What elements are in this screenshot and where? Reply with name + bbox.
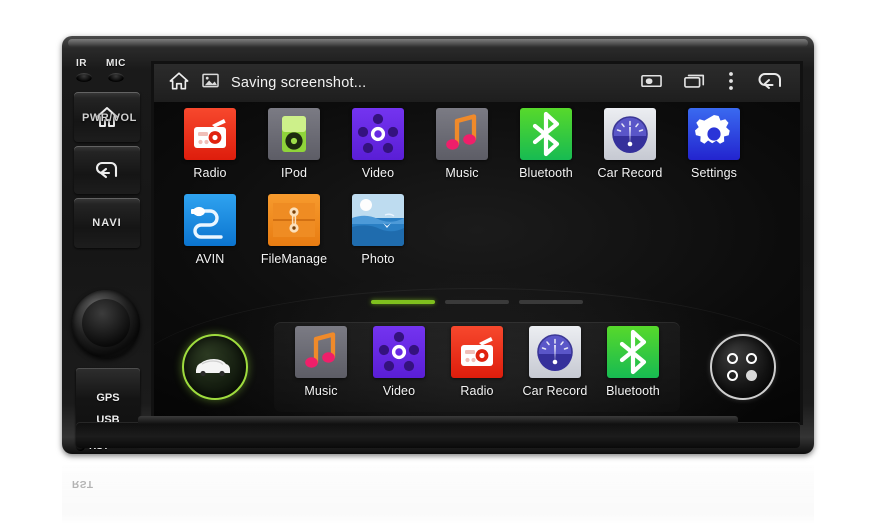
- sensor-row: IR MIC: [72, 58, 146, 84]
- gauge-icon: [604, 108, 656, 160]
- gauge-icon: [529, 326, 581, 378]
- image-icon[interactable]: [202, 73, 219, 93]
- app-empty-slot: [588, 194, 672, 266]
- app-label: Video: [382, 384, 416, 398]
- head-unit-body: IR MIC NAVI PWR/VOL GPS USB Saving scree…: [62, 36, 814, 454]
- overflow-menu-icon[interactable]: [728, 71, 734, 96]
- app-drawer-icon: [727, 353, 759, 381]
- music-note-icon: [295, 326, 347, 378]
- surface-reflection: [62, 458, 814, 524]
- app-label: IPod: [280, 166, 308, 180]
- status-message: Saving screenshot...: [231, 75, 367, 91]
- app-label: FileManage: [260, 252, 328, 266]
- status-bar-left: Saving screenshot...: [154, 71, 366, 96]
- photo-icon: [352, 194, 404, 246]
- hardware-back-button[interactable]: [74, 146, 140, 194]
- drawer-dot: [746, 353, 757, 364]
- recent-apps-icon[interactable]: [684, 73, 706, 94]
- app-label: Music: [445, 166, 479, 180]
- ipod-icon: [268, 108, 320, 160]
- app-label: Photo: [361, 252, 395, 266]
- drawer-dot-filled: [746, 370, 757, 381]
- app-label: Video: [361, 166, 395, 180]
- home-icon[interactable]: [168, 71, 190, 96]
- ir-sensor-hole: [76, 73, 92, 82]
- bottom-bezel: [76, 416, 800, 448]
- bluetooth-icon: [607, 326, 659, 378]
- app-empty-slot: [504, 194, 588, 266]
- folder-icon: [268, 194, 320, 246]
- page-dot-3[interactable]: [519, 300, 583, 304]
- app-avin[interactable]: AVIN: [168, 194, 252, 266]
- app-label: Car Record: [522, 384, 588, 398]
- dock-app-music[interactable]: Music: [282, 326, 360, 398]
- music-note-icon: [436, 108, 488, 160]
- app-radio[interactable]: Radio: [168, 108, 252, 180]
- drawer-dot: [727, 370, 738, 381]
- touchscreen-display[interactable]: Saving screenshot... Radio IPod Video Mu…: [154, 64, 800, 422]
- app-label: Bluetooth: [606, 384, 660, 398]
- drawer-dot: [727, 353, 738, 364]
- app-ipod[interactable]: IPod: [252, 108, 336, 180]
- power-volume-knob[interactable]: [66, 286, 146, 366]
- app-empty-slot: [420, 194, 504, 266]
- app-row-2: AVIN FileManage Photo: [168, 194, 786, 266]
- app-label: Settings: [691, 166, 737, 180]
- app-label: Radio: [193, 166, 227, 180]
- page-dot-1[interactable]: [371, 300, 435, 304]
- page-dot-2[interactable]: [445, 300, 509, 304]
- gear-icon: [688, 108, 740, 160]
- app-empty-slot: [672, 194, 756, 266]
- bluetooth-icon: [520, 108, 572, 160]
- video-icon: [352, 108, 404, 160]
- back-arrow-icon: [96, 161, 118, 179]
- back-arrow-icon[interactable]: [756, 71, 784, 96]
- dock-app-video[interactable]: Video: [360, 326, 438, 398]
- car-icon: [196, 359, 230, 377]
- app-settings[interactable]: Settings: [672, 108, 756, 180]
- dock-panel: [274, 322, 680, 412]
- screenshot-icon[interactable]: [641, 73, 662, 94]
- video-icon: [373, 326, 425, 378]
- app-filemanage[interactable]: FileManage: [252, 194, 336, 266]
- hardware-control-column: IR MIC NAVI PWR/VOL GPS USB: [70, 46, 148, 452]
- gps-label: GPS: [96, 392, 120, 404]
- ir-label: IR: [76, 58, 87, 69]
- mic-label: MIC: [106, 58, 126, 69]
- app-label: AVIN: [195, 252, 225, 266]
- reflection-rst-text: RST: [72, 478, 94, 489]
- hardware-navi-button[interactable]: NAVI: [74, 198, 140, 248]
- knob-label: PWR/VOL: [82, 112, 137, 124]
- dock-app-list: Music Video Radio Car Record Bluetooth: [276, 326, 678, 398]
- radio-icon: [184, 108, 236, 160]
- mic-hole: [108, 73, 124, 82]
- app-label: Car Record: [597, 166, 663, 180]
- navi-label: NAVI: [92, 217, 122, 229]
- app-label: Music: [304, 384, 338, 398]
- dock-app-car-record[interactable]: Car Record: [516, 326, 594, 398]
- dock: Music Video Radio Car Record Bluetooth: [154, 318, 800, 414]
- car-mode-button[interactable]: [182, 334, 248, 400]
- radio-icon: [451, 326, 503, 378]
- page-indicator[interactable]: [154, 300, 800, 304]
- status-bar: Saving screenshot...: [154, 64, 800, 103]
- knob-dial[interactable]: [72, 290, 140, 358]
- avin-plug-icon: [184, 194, 236, 246]
- dock-app-bluetooth[interactable]: Bluetooth: [594, 326, 672, 398]
- app-bluetooth[interactable]: Bluetooth: [504, 108, 588, 180]
- app-grid: Radio IPod Video Music Bluetooth Car Rec…: [168, 108, 786, 266]
- home-wallpaper: Radio IPod Video Music Bluetooth Car Rec…: [154, 102, 800, 422]
- app-row-1: Radio IPod Video Music Bluetooth Car Rec…: [168, 108, 786, 180]
- app-music[interactable]: Music: [420, 108, 504, 180]
- app-car-record[interactable]: Car Record: [588, 108, 672, 180]
- dock-app-radio[interactable]: Radio: [438, 326, 516, 398]
- status-bar-right: [641, 71, 800, 96]
- app-label: Bluetooth: [519, 166, 573, 180]
- app-photo[interactable]: Photo: [336, 194, 420, 266]
- app-drawer-button[interactable]: [710, 334, 776, 400]
- app-video[interactable]: Video: [336, 108, 420, 180]
- app-label: Radio: [460, 384, 494, 398]
